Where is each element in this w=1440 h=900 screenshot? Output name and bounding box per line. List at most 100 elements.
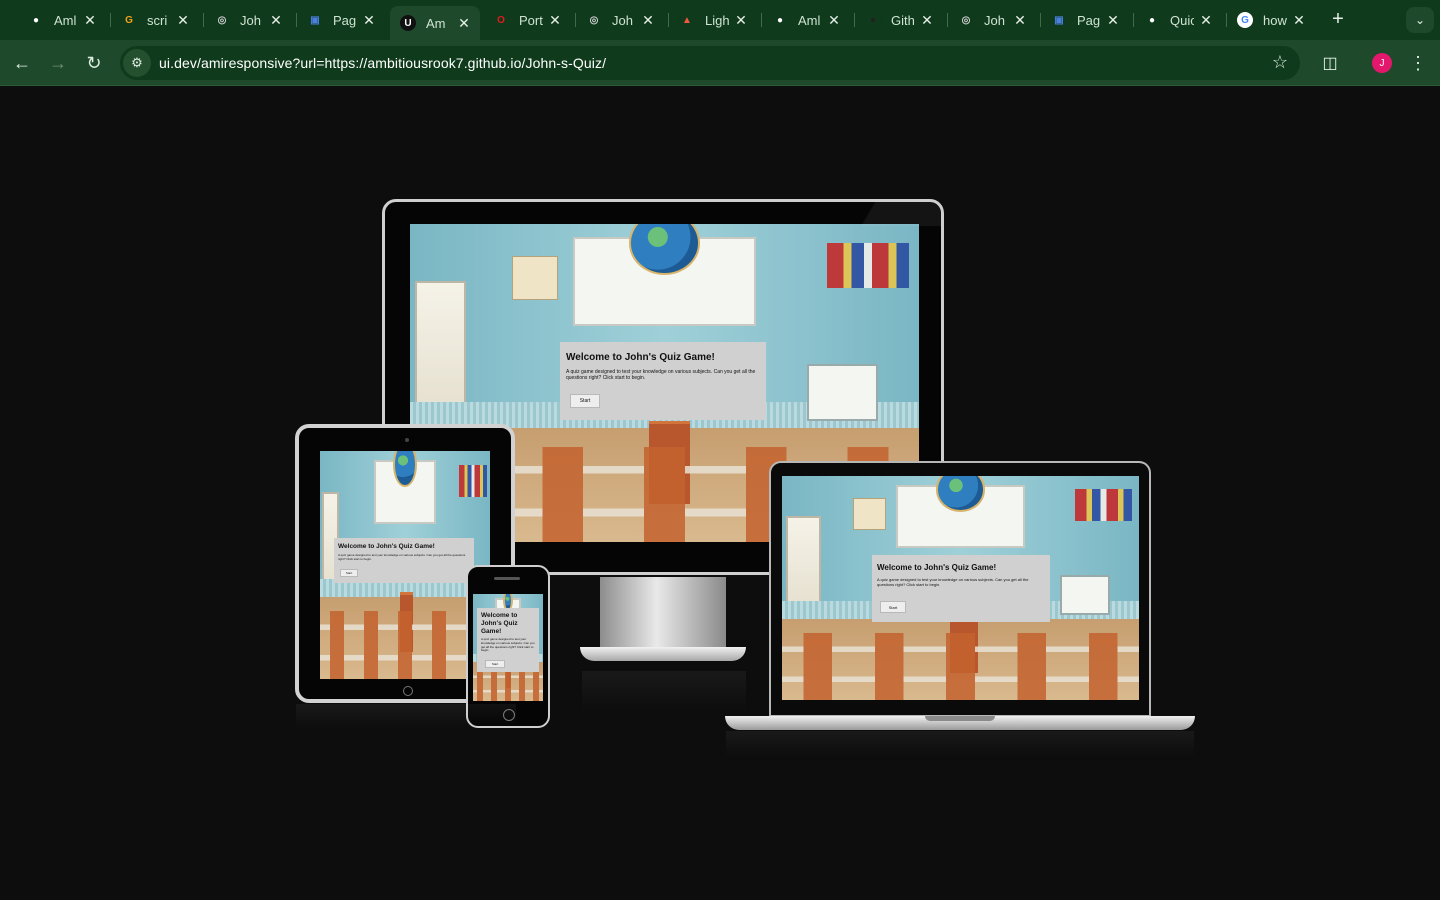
quiz-title: Welcome to John's Quiz Game!: [877, 563, 997, 572]
quiz-title: Welcome to John's Quiz Game!: [338, 543, 435, 550]
tab-6[interactable]: O Port ✕: [493, 6, 563, 34]
tab-5[interactable]: U Am ✕: [390, 6, 480, 40]
tab-search-button[interactable]: ⌄: [1406, 7, 1434, 33]
grammarly-icon: G: [121, 12, 137, 28]
url-text[interactable]: ui.dev/amiresponsive?url=https://ambitio…: [159, 55, 606, 71]
close-icon[interactable]: ✕: [547, 12, 563, 28]
close-icon[interactable]: ✕: [640, 12, 656, 28]
tab-title: Gith: [891, 12, 915, 28]
globe-icon: ◎: [958, 12, 974, 28]
quiz-welcome-card: Welcome to John's Quiz Game! A quiz game…: [872, 555, 1050, 622]
reload-button[interactable]: ↻: [80, 49, 108, 77]
close-icon[interactable]: ✕: [82, 12, 98, 28]
quiz-description: A quiz game designed to test your knowle…: [481, 637, 535, 653]
close-icon[interactable]: ✕: [361, 12, 377, 28]
profile-avatar[interactable]: J: [1372, 53, 1392, 73]
tab-1[interactable]: ● Aml ✕: [28, 6, 98, 34]
close-icon[interactable]: ✕: [919, 12, 935, 28]
tab-title: Ligh: [705, 12, 729, 28]
more-menu-icon[interactable]: ⋮: [1404, 49, 1432, 77]
tab-separator: [1226, 13, 1227, 27]
tab-7[interactable]: ◎ Joh ✕: [586, 6, 656, 34]
close-icon[interactable]: ✕: [175, 12, 191, 28]
tablet-screen[interactable]: Welcome to John's Quiz Game! A quiz game…: [320, 451, 490, 679]
close-icon[interactable]: ✕: [826, 12, 842, 28]
tab-title: scri: [147, 12, 168, 28]
globe-icon: ◎: [214, 12, 230, 28]
laptop-mockup: Welcome to John's Quiz Game! A quiz game…: [769, 461, 1151, 717]
extensions-puzzle-icon[interactable]: ◫: [1316, 49, 1344, 77]
back-button[interactable]: ←: [8, 49, 36, 77]
close-icon[interactable]: ✕: [268, 12, 284, 28]
quiz-start-button[interactable]: Start: [485, 660, 505, 668]
tab-separator: [110, 13, 111, 27]
tab-13[interactable]: ● Quic ✕: [1144, 6, 1214, 34]
new-tab-button[interactable]: +: [1328, 9, 1348, 30]
tab-title: Quic: [1170, 12, 1194, 28]
laptop-base: [725, 716, 1195, 730]
tab-title: Aml: [798, 12, 821, 28]
tab-separator: [1040, 13, 1041, 27]
camera-icon: [405, 438, 409, 442]
quiz-description: A quiz game designed to test your knowle…: [877, 577, 1029, 587]
tab-title: Pag: [333, 12, 357, 28]
globe-icon: ◎: [586, 12, 602, 28]
laptop-screen[interactable]: Welcome to John's Quiz Game! A quiz game…: [782, 476, 1139, 700]
close-icon[interactable]: ✕: [1012, 12, 1028, 28]
forward-button[interactable]: →: [44, 49, 72, 77]
tab-title: Pag: [1077, 12, 1101, 28]
ui-dev-icon: U: [400, 15, 416, 31]
close-icon[interactable]: ✕: [1291, 12, 1307, 28]
tab-separator: [854, 13, 855, 27]
tab-9[interactable]: ● Aml ✕: [772, 6, 842, 34]
tab-2[interactable]: Gscri ✕: [121, 6, 191, 34]
chevron-down-icon: ⌄: [1414, 13, 1426, 27]
tab-11[interactable]: ◎ Joh ✕: [958, 6, 1028, 34]
quiz-start-button[interactable]: Start: [340, 569, 358, 577]
quiz-description: A quiz game designed to test your knowle…: [338, 553, 466, 561]
address-bar[interactable]: ⚙ ui.dev/amiresponsive?url=https://ambit…: [120, 46, 1300, 80]
close-icon[interactable]: ✕: [456, 15, 472, 31]
quiz-start-button[interactable]: Start: [570, 394, 600, 408]
tab-10[interactable]: ● Gith ✕: [865, 6, 935, 34]
tab-8[interactable]: ▲ Ligh ✕: [679, 6, 749, 34]
tab-14[interactable]: Ghow ✕: [1237, 6, 1307, 34]
home-button-icon: [403, 686, 413, 696]
opera-icon: O: [493, 12, 509, 28]
arrow-left-icon: ←: [13, 52, 31, 73]
tab-separator: [668, 13, 669, 27]
quiz-welcome-card: Welcome to John's Quiz Game! A quiz game…: [477, 608, 539, 672]
laptop-reflection: [726, 731, 1194, 757]
speaker-icon: [494, 577, 520, 580]
site-settings-icon[interactable]: ⚙: [123, 49, 151, 77]
tab-title: Aml: [54, 12, 77, 28]
reload-icon: ↻: [86, 52, 102, 73]
close-icon[interactable]: ✕: [1105, 12, 1121, 28]
tab-title: Joh: [612, 12, 633, 28]
tab-4[interactable]: ▣ Pag ✕: [307, 6, 377, 34]
tab-separator: [203, 13, 204, 27]
close-icon[interactable]: ✕: [733, 12, 749, 28]
tab-separator: [947, 13, 948, 27]
github-icon: ●: [772, 12, 788, 28]
quiz-welcome-card: Welcome to John's Quiz Game! A quiz game…: [560, 342, 766, 420]
quiz-start-button[interactable]: Start: [880, 601, 906, 613]
close-icon[interactable]: ✕: [1198, 12, 1214, 28]
tab-strip: ● Aml ✕ Gscri ✕ ◎ Joh ✕ ▣ Pag ✕ U Am ✕ O Port ✕ ◎ Joh ✕ ▲ Lig…: [0, 0, 1440, 40]
tab-3[interactable]: ◎ Joh ✕: [214, 6, 284, 34]
tab-title: Joh: [240, 12, 261, 28]
stand-reflection: [582, 671, 746, 711]
google-icon: G: [1237, 12, 1253, 28]
tab-12[interactable]: ▣ Pag ✕: [1051, 6, 1121, 34]
quiz-title: Welcome to John's Quiz Game!: [566, 352, 715, 363]
tab-title: Port: [519, 12, 543, 28]
quiz-title: Welcome to John's Quiz Game!: [481, 612, 518, 635]
quiz-description: A quiz game designed to test your knowle…: [566, 369, 756, 381]
tab-separator: [761, 13, 762, 27]
phone-screen[interactable]: Welcome to John's Quiz Game! A quiz game…: [473, 594, 543, 701]
github-icon: ●: [1144, 12, 1160, 28]
bookmark-star-icon[interactable]: ☆: [1272, 52, 1288, 73]
tab-title: how: [1263, 12, 1287, 28]
github-icon: ●: [28, 12, 44, 28]
github-dark-icon: ●: [865, 12, 881, 28]
